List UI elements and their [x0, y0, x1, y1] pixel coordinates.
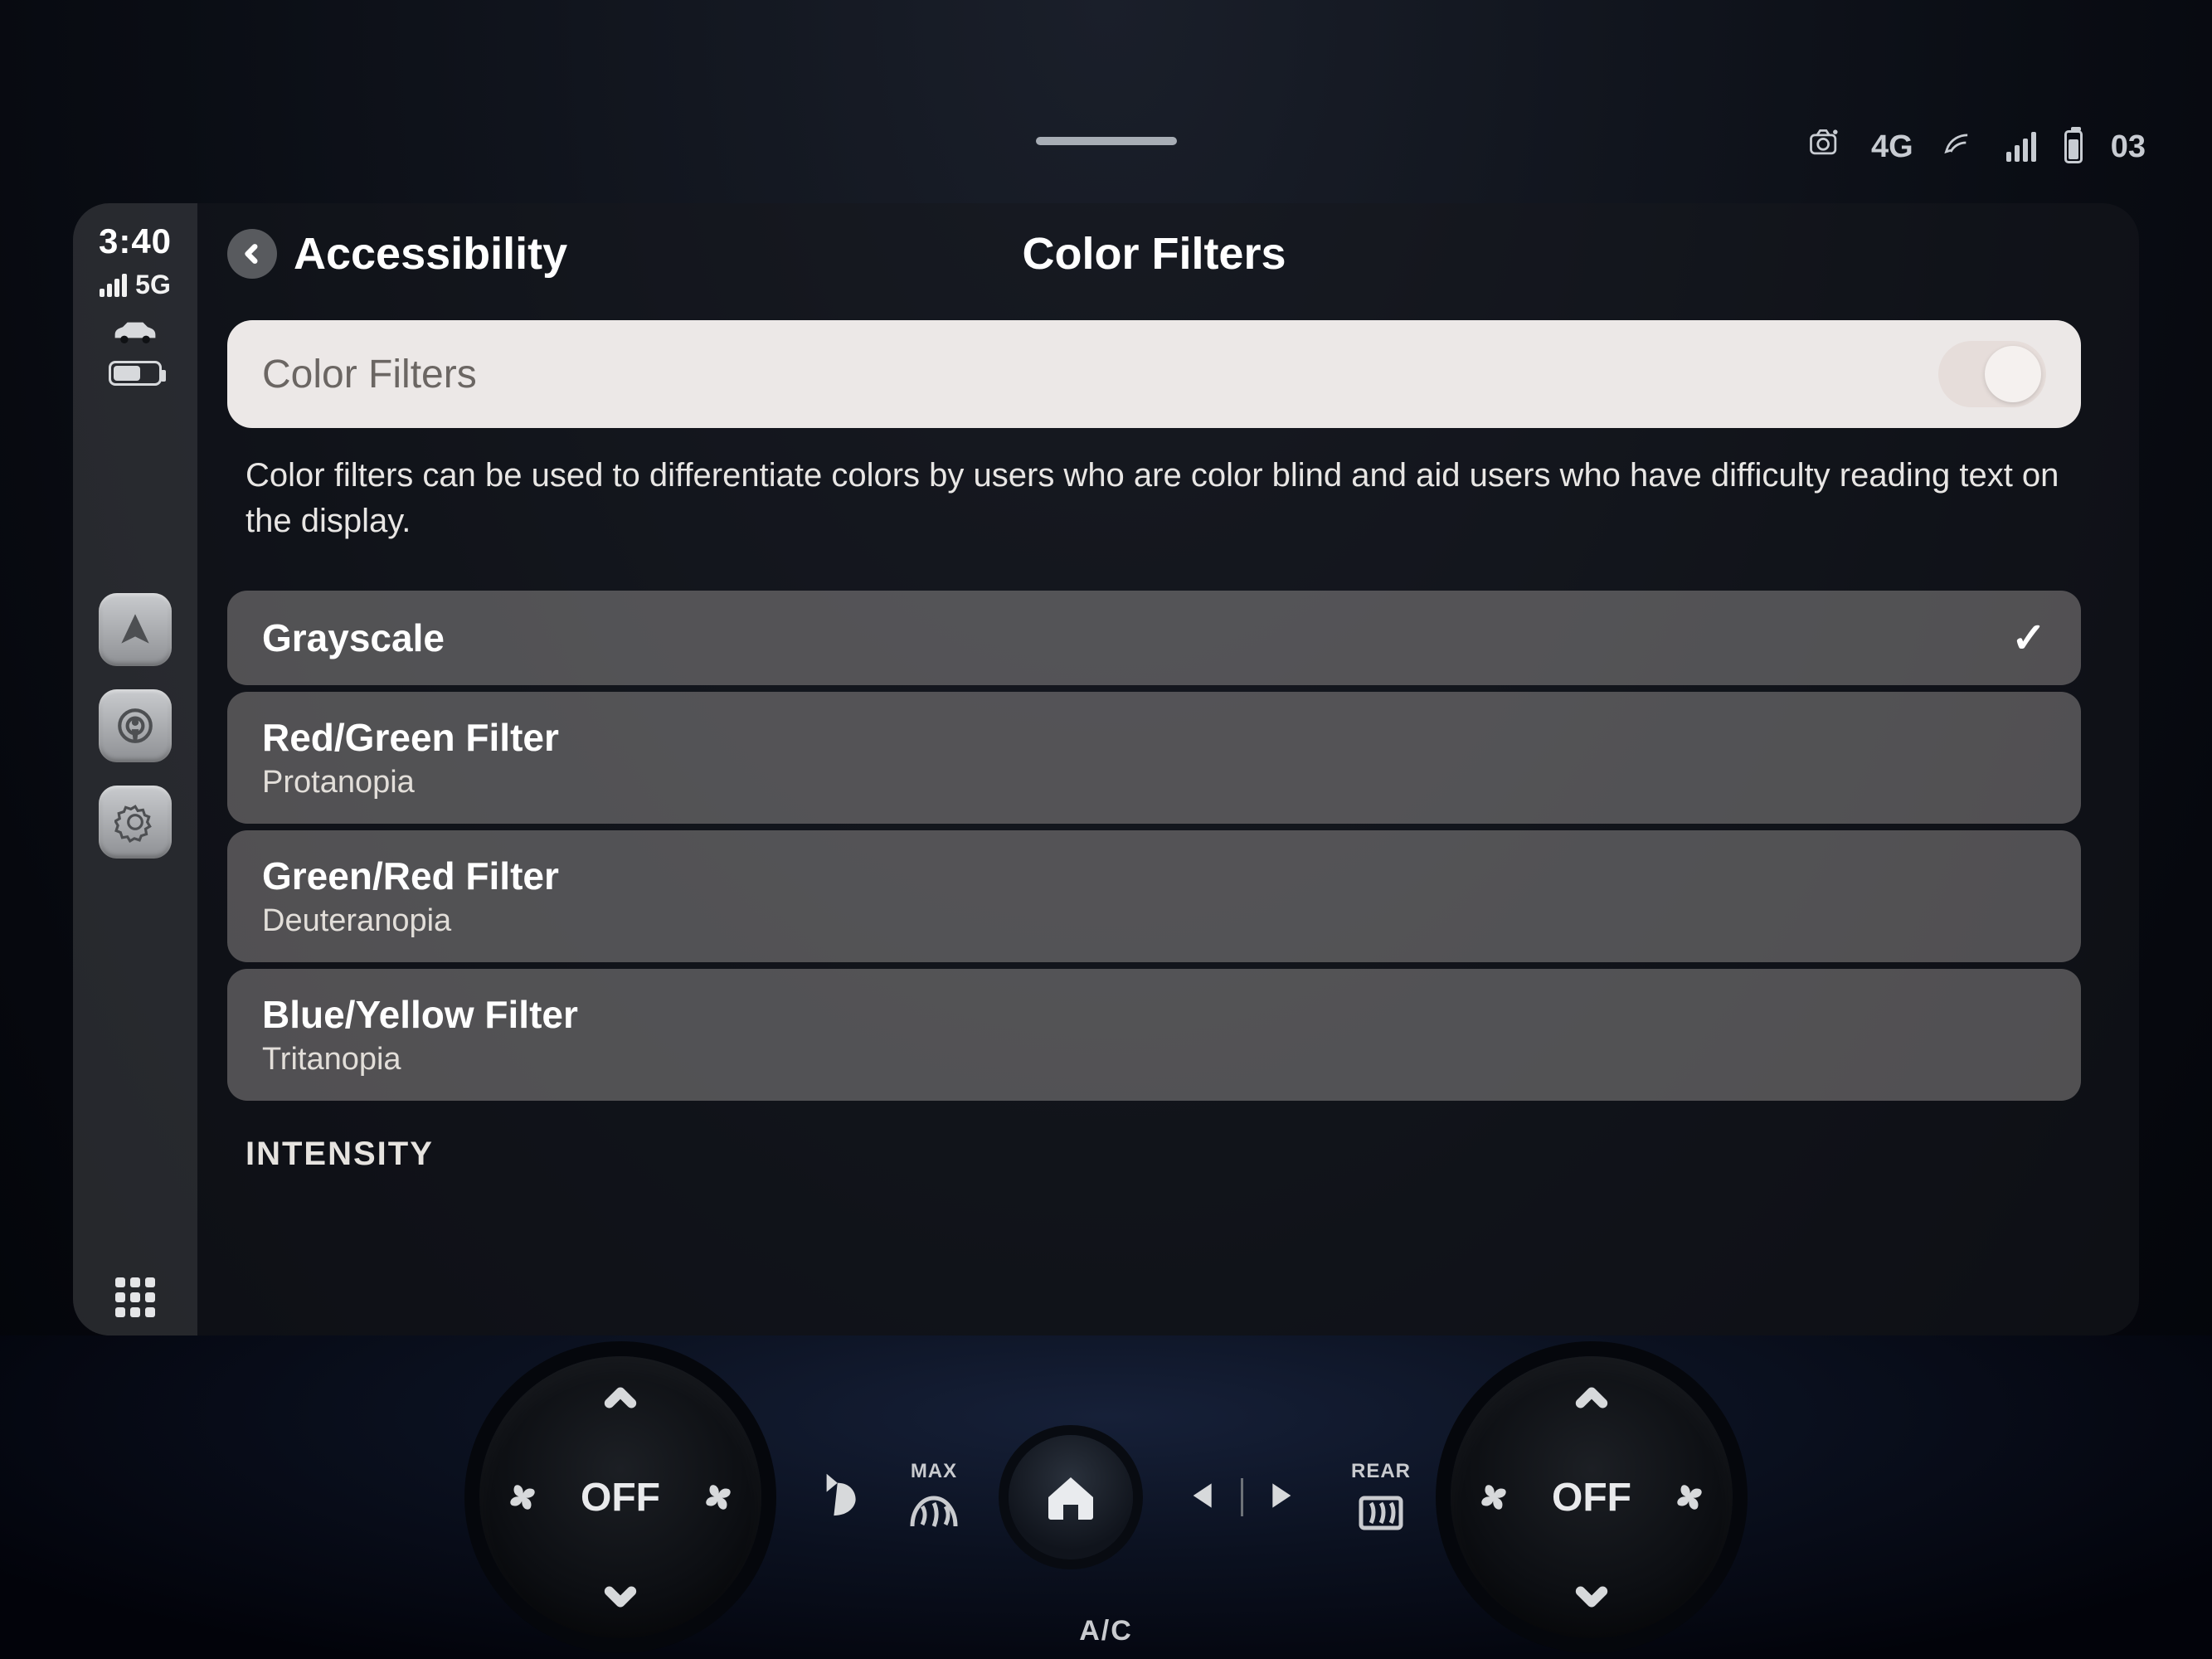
description-text: Color filters can be used to differentia…: [246, 453, 2063, 544]
phone-battery-icon: [109, 361, 162, 386]
sidebar-app-settings[interactable]: [99, 786, 172, 859]
next-track-button[interactable]: [1266, 1477, 1303, 1518]
signal-bars-icon: [2006, 132, 2036, 162]
chevron-down-icon: [1575, 1580, 1608, 1613]
display-notch: [1036, 137, 1177, 145]
sidebar-status: 5G: [100, 270, 171, 300]
home-icon: [1041, 1467, 1101, 1527]
defrost-rear-icon: [1354, 1490, 1407, 1535]
camera-icon: [1806, 124, 1843, 169]
gps-icon: [1942, 124, 1978, 169]
gear-icon: [114, 801, 156, 843]
back-button[interactable]: [227, 229, 277, 279]
carplay-panel: 3:40 5G Accessibili: [73, 203, 2139, 1335]
option-subtitle: Protanopia: [262, 765, 559, 800]
network-type-label: 4G: [1871, 129, 1913, 165]
car-icon: [110, 315, 160, 349]
defrost-rear-button[interactable]: REAR: [1351, 1460, 1411, 1535]
defrost-max-button[interactable]: MAX: [907, 1460, 960, 1535]
filter-options-list: Grayscale ✓ Red/Green Filter Protanopia …: [227, 591, 2081, 1101]
divider: [1241, 1478, 1243, 1516]
cell-bars-icon: [100, 274, 127, 297]
maps-arrow-icon: [114, 609, 156, 650]
left-dial-label: OFF: [581, 1475, 660, 1520]
sidebar-app-maps[interactable]: [99, 593, 172, 666]
vehicle-status-bar: 4G 03: [1806, 124, 2146, 169]
ac-button[interactable]: A/C: [1079, 1615, 1133, 1647]
settings-content: Accessibility Color Filters Color Filter…: [197, 203, 2139, 1335]
chevron-up-icon: [1575, 1381, 1608, 1414]
carplay-sidebar: 3:40 5G: [73, 203, 197, 1335]
checkmark-icon: ✓: [2011, 614, 2046, 662]
option-title: Grayscale: [262, 615, 445, 660]
chevron-up-icon: [604, 1381, 637, 1414]
toggle-switch[interactable]: [1938, 341, 2046, 407]
option-grayscale[interactable]: Grayscale ✓: [227, 591, 2081, 685]
center-cluster: MAX REAR: [801, 1435, 1411, 1559]
option-title: Red/Green Filter: [262, 715, 559, 760]
climate-bar: OFF MAX REAR: [0, 1335, 2212, 1659]
header-bar: Accessibility Color Filters: [227, 218, 2081, 289]
color-filters-toggle-row[interactable]: Color Filters: [227, 320, 2081, 428]
sidebar-app-podcasts[interactable]: [99, 689, 172, 762]
option-title: Green/Red Filter: [262, 854, 559, 898]
media-controls: [1181, 1477, 1303, 1518]
right-dial-label: OFF: [1552, 1475, 1631, 1520]
option-red-green[interactable]: Red/Green Filter Protanopia: [227, 692, 2081, 824]
option-subtitle: Deuteranopia: [262, 903, 559, 939]
podcasts-icon: [114, 705, 156, 747]
toggle-label: Color Filters: [262, 352, 477, 397]
max-label: MAX: [911, 1460, 957, 1483]
vehicle-clock-fragment: 03: [2111, 129, 2146, 165]
home-button[interactable]: [1009, 1435, 1133, 1559]
intensity-section-label: INTENSITY: [246, 1136, 2081, 1173]
fan-icon: [503, 1477, 542, 1517]
option-blue-yellow[interactable]: Blue/Yellow Filter Tritanopia: [227, 969, 2081, 1101]
option-green-red[interactable]: Green/Red Filter Deuteranopia: [227, 830, 2081, 962]
left-temp-dial[interactable]: OFF: [479, 1356, 761, 1638]
ac-label: A/C: [1079, 1615, 1133, 1647]
sidebar-time: 3:40: [99, 221, 172, 261]
rear-label: REAR: [1351, 1460, 1411, 1483]
back-label[interactable]: Accessibility: [294, 228, 567, 280]
app-grid-button[interactable]: [115, 1277, 155, 1317]
vehicle-battery-icon: [2064, 130, 2083, 163]
option-title: Blue/Yellow Filter: [262, 992, 578, 1037]
sidebar-network-label: 5G: [135, 270, 171, 300]
chevron-left-icon: [241, 243, 263, 265]
prev-track-button[interactable]: [1181, 1477, 1218, 1518]
chevron-down-icon: [604, 1580, 637, 1613]
defrost-front-icon: [907, 1490, 960, 1535]
fan-icon: [1474, 1477, 1514, 1517]
fan-icon: [1670, 1477, 1709, 1517]
right-temp-dial[interactable]: OFF: [1451, 1356, 1733, 1638]
option-subtitle: Tritanopia: [262, 1042, 578, 1078]
fan-icon: [698, 1477, 738, 1517]
back-hw-button[interactable]: [801, 1471, 859, 1525]
